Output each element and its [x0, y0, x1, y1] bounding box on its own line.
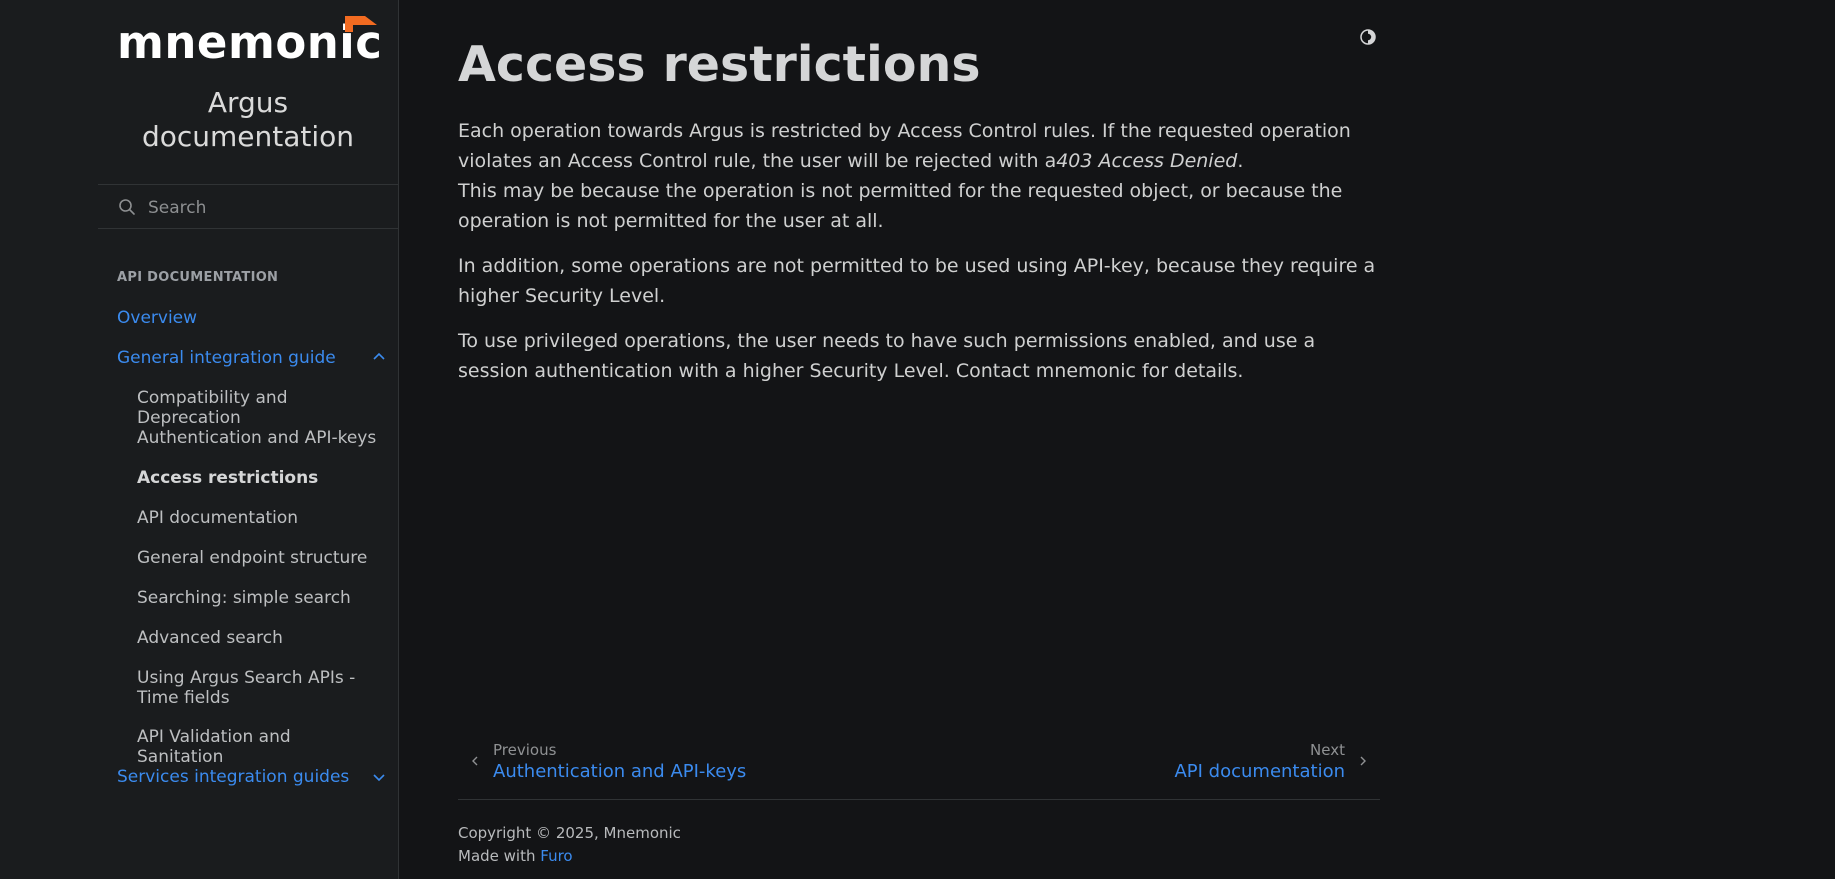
chevron-right-icon — [1360, 756, 1366, 766]
chevron-up-icon[interactable] — [372, 350, 386, 364]
logo-flag-icon — [345, 16, 377, 32]
paragraph-api-key: In addition, some operations are not per… — [458, 255, 1376, 307]
previous-title[interactable]: Authentication and API-keys — [493, 760, 746, 784]
footer-divider — [458, 799, 1380, 800]
sidebar-item-api-documentation[interactable]: API documentation — [137, 508, 377, 528]
theme-toggle-icon[interactable] — [1359, 28, 1377, 46]
emphasis-403: 403 Access Denied — [1056, 150, 1238, 172]
project-name[interactable]: Argus documentation — [98, 86, 398, 154]
previous-label: Previous — [493, 741, 557, 759]
sidebar-item-general-integration-guide[interactable]: General integration guide — [117, 348, 336, 368]
paragraph-text: . — [1237, 150, 1244, 172]
copyright-text: Copyright © 2025, Mnemonic — [458, 824, 681, 842]
prev-next-navigation: Previous Authentication and API-keys Nex… — [458, 738, 1380, 788]
made-with-line: Made with Furo — [458, 845, 681, 868]
paragraph-privileged: To use privileged operations, the user n… — [458, 330, 1316, 382]
sidebar-item-overview[interactable]: Overview — [117, 308, 197, 328]
sidebar-item-endpoint-structure[interactable]: General endpoint structure — [137, 548, 377, 568]
chevron-down-icon[interactable] — [372, 770, 386, 784]
page-footer: Copyright © 2025, Mnemonic Made with Fur… — [458, 822, 681, 868]
search-icon — [119, 199, 135, 215]
logo-wordmark: mnemonic — [117, 16, 383, 69]
sidebar-item-validation[interactable]: API Validation and Sanitation — [137, 727, 377, 767]
sidebar: mnemonic Argus documentation API DOCUMEN… — [0, 0, 399, 879]
paragraph-text: This may be because the operation is not… — [458, 180, 1343, 232]
chevron-left-icon — [472, 756, 478, 766]
sidebar-item-services-integration-guides[interactable]: Services integration guides — [117, 767, 349, 787]
search-input[interactable] — [146, 193, 390, 223]
made-with-text: Made with — [458, 847, 536, 865]
sidebar-item-authentication[interactable]: Authentication and API-keys — [137, 428, 377, 448]
page-title: Access restrictions — [458, 36, 981, 93]
brand-logo[interactable]: mnemonic — [117, 16, 383, 69]
sidebar-item-compatibility[interactable]: Compatibility and Deprecation — [137, 388, 377, 428]
nav-caption: API DOCUMENTATION — [117, 270, 279, 285]
sidebar-item-simple-search[interactable]: Searching: simple search — [137, 588, 377, 608]
next-label: Next — [1310, 741, 1345, 759]
sidebar-item-time-fields[interactable]: Using Argus Search APIs - Time fields — [137, 668, 377, 708]
next-title[interactable]: API documentation — [1174, 760, 1345, 784]
sidebar-item-advanced-search[interactable]: Advanced search — [137, 628, 377, 648]
sidebar-item-access-restrictions[interactable]: Access restrictions — [137, 468, 377, 488]
furo-link[interactable]: Furo — [540, 847, 572, 865]
sidebar-search — [98, 184, 398, 229]
paragraph-access-control: Each operation towards Argus is restrict… — [458, 116, 1380, 236]
